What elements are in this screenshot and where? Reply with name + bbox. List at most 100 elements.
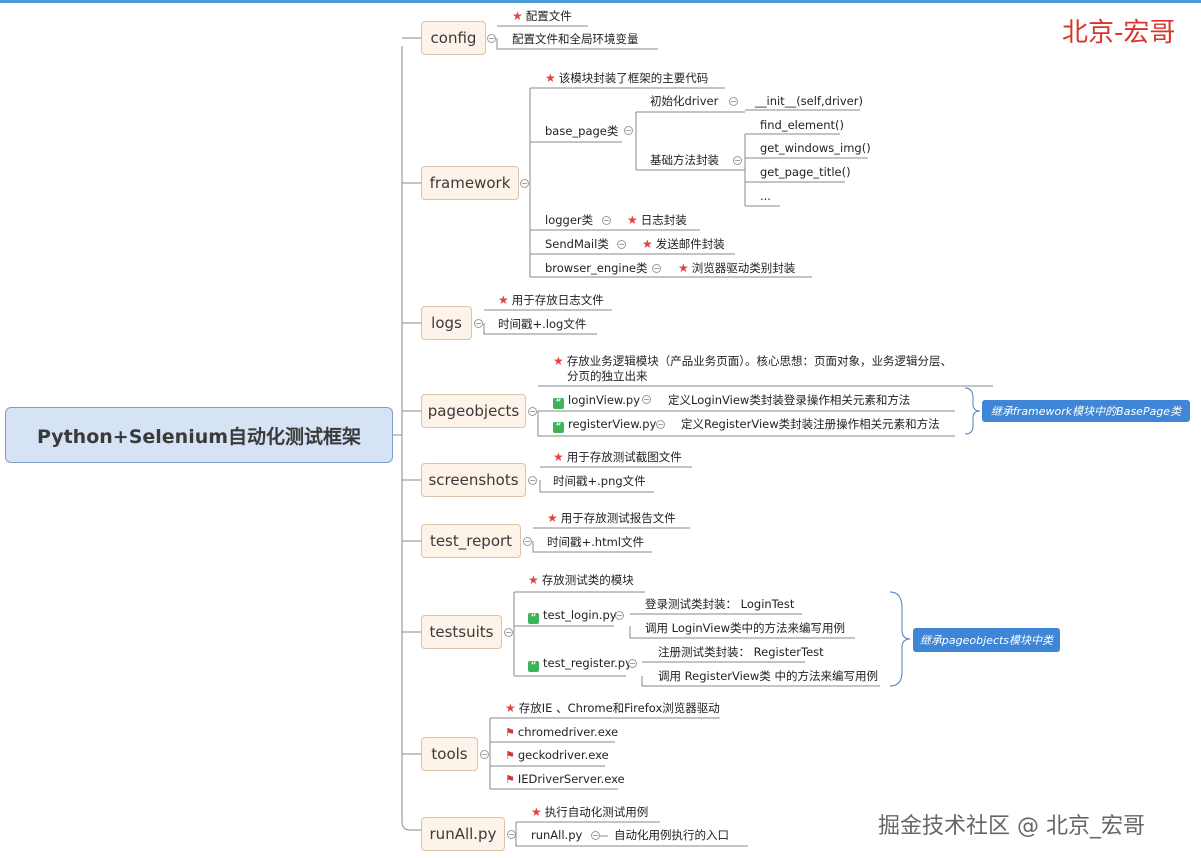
sendmail-note-text: 发送邮件封装 [655,237,725,251]
testsuits-note-text: 存放测试类的模块 [541,573,634,587]
runall-note-text: 执行自动化测试用例 [544,805,649,819]
login-view-file-name: loginView.py [568,393,641,407]
test-login-file-name: test_login.py [543,608,617,622]
collapse-icon[interactable]: − [520,179,529,188]
star-icon: ★ [512,9,523,23]
tools-item: ⚑ chromedriver.exe [505,725,618,740]
config-item: 配置文件和全局环境变量 [512,32,639,46]
logger-note: ★ 日志封装 [627,213,687,227]
branch-config[interactable]: config [421,21,486,55]
login-view-file: “ loginView.py [553,393,640,409]
basic-methods: 基础方法封装 [650,153,719,167]
python-file-icon: “ [553,422,564,433]
collapse-icon[interactable]: − [504,628,513,637]
collapse-icon[interactable]: − [624,126,633,135]
runall-file: runAll.py [531,828,583,842]
logger-class: logger类 [545,213,594,227]
test-report-note-text: 用于存放测试报告文件 [560,511,676,525]
collapse-icon[interactable]: − [528,476,537,485]
method-item: ... [760,189,771,203]
pageobjects-note-line1: 存放业务逻辑模块（产品业务页面）。核心思想：页面对象，业务逻辑分层、 [566,354,953,368]
branch-screenshots[interactable]: screenshots [421,463,526,497]
branch-tools[interactable]: tools [421,737,478,771]
star-icon: ★ [627,213,638,227]
logger-note-text: 日志封装 [640,213,687,227]
base-page-class: base_page类 [545,124,619,138]
python-file-icon: “ [528,613,539,624]
runall-note: ★ 执行自动化测试用例 [531,805,648,819]
test-register-desc: 调用 RegisterView类 中的方法来编写用例 [658,669,878,683]
tools-item: ⚑ geckodriver.exe [505,748,609,763]
collapse-icon[interactable]: − [729,97,738,106]
collapse-icon[interactable]: − [602,216,611,225]
pageobjects-note-line2: 分页的独立出来 [567,369,648,383]
collapse-icon[interactable]: − [615,611,624,620]
testsuits-note: ★ 存放测试类的模块 [528,573,634,587]
config-note: ★ 配置文件 [512,9,572,23]
testsuits-callout[interactable]: 继承pageobjects模块中类 [913,628,1060,652]
branch-pageobjects[interactable]: pageobjects [421,394,526,428]
star-icon: ★ [553,354,564,368]
framework-note: ★ 该模块封装了框架的主要代码 [545,71,708,85]
screenshots-note-text: 用于存放测试截图文件 [566,450,682,464]
watermark-bottom: 掘金技术社区 @ 北京_宏哥 [878,814,1145,839]
tools-item-text: IEDriverServer.exe [517,772,625,786]
root-node[interactable]: Python+Selenium自动化测试框架 [5,407,393,463]
flag-icon: ⚑ [505,726,515,739]
star-icon: ★ [505,701,516,715]
collapse-icon[interactable]: − [480,750,489,759]
collapse-icon[interactable]: − [733,156,742,165]
collapse-icon[interactable]: − [507,830,516,839]
logs-item: 时间戳+.log文件 [498,317,587,331]
watermark-top: 北京-宏哥 [1062,18,1176,48]
pageobjects-note: ★ 存放业务逻辑模块（产品业务页面）。核心思想：页面对象，业务逻辑分层、 [553,354,952,368]
register-view-file-name: registerView.py [568,417,657,431]
sendmail-class: SendMail类 [545,237,609,251]
branch-framework[interactable]: framework [421,166,519,200]
collapse-icon[interactable]: − [628,659,637,668]
test-register-class: 注册测试类封装： RegisterTest [658,645,824,659]
collapse-icon[interactable]: − [591,831,600,840]
collapse-icon[interactable]: − [528,407,537,416]
tools-item-text: chromedriver.exe [517,725,619,739]
test-report-note: ★ 用于存放测试报告文件 [547,511,676,525]
tools-item: ⚑ IEDriverServer.exe [505,772,625,787]
branch-testsuits[interactable]: testsuits [421,615,502,649]
star-icon: ★ [531,805,542,819]
browser-engine-class: browser_engine类 [545,261,648,275]
sendmail-note: ★ 发送邮件封装 [642,237,725,251]
pageobjects-callout[interactable]: 继承framework模块中的BasePage类 [982,400,1190,422]
collapse-icon[interactable]: − [487,34,496,43]
engine-note: ★ 浏览器驱动类别封装 [678,261,795,275]
method-item: get_windows_img() [760,141,871,155]
test-register-file: “ test_register.py [528,656,632,672]
branch-logs[interactable]: logs [421,306,472,340]
login-view-desc: 定义LoginView类封装登录操作相关元素和方法 [668,393,911,407]
test-login-class: 登录测试类封装： LoginTest [645,597,795,611]
config-note-text: 配置文件 [525,9,572,23]
collapse-icon[interactable]: − [617,240,626,249]
collapse-icon[interactable]: − [656,420,665,429]
runall-desc: 自动化用例执行的入口 [614,828,729,842]
test-login-desc: 调用 LoginView类中的方法来编写用例 [645,621,845,635]
screenshots-item: 时间戳+.png文件 [553,474,646,488]
star-icon: ★ [528,573,539,587]
test-login-file: “ test_login.py [528,608,617,624]
tools-item-text: geckodriver.exe [517,748,609,762]
logs-note: ★ 用于存放日志文件 [498,293,604,307]
collapse-icon[interactable]: − [523,537,532,546]
test-report-item: 时间戳+.html文件 [547,535,644,549]
screenshots-note: ★ 用于存放测试截图文件 [553,450,682,464]
flag-icon: ⚑ [505,773,515,786]
collapse-icon[interactable]: − [474,319,483,328]
collapse-icon[interactable]: − [652,264,661,273]
collapse-icon[interactable]: − [642,395,651,404]
star-icon: ★ [545,71,556,85]
init-driver: 初始化driver [650,94,719,108]
python-file-icon: “ [528,661,539,672]
flag-icon: ⚑ [505,749,515,762]
branch-test-report[interactable]: test_report [421,524,521,558]
branch-runall[interactable]: runAll.py [421,817,505,851]
register-view-file: “ registerView.py [553,417,656,433]
init-method: __init__(self,driver) [755,94,863,108]
